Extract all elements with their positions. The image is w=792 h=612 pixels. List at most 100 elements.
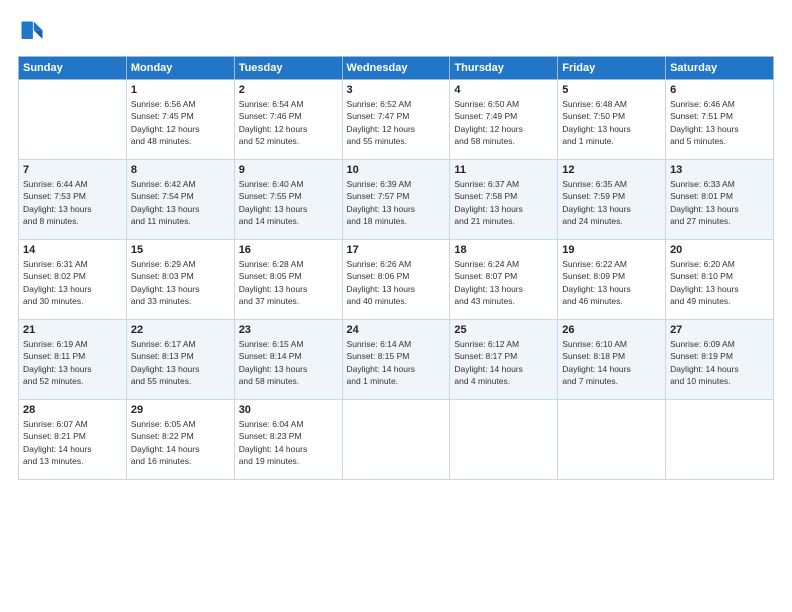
week-row-1: 1Sunrise: 6:56 AM Sunset: 7:45 PM Daylig… <box>19 80 774 160</box>
day-number: 17 <box>347 244 446 256</box>
day-number: 30 <box>239 404 338 416</box>
day-info: Sunrise: 6:19 AM Sunset: 8:11 PM Dayligh… <box>23 338 122 387</box>
day-number: 12 <box>562 164 661 176</box>
day-cell <box>558 400 666 480</box>
day-number: 24 <box>347 324 446 336</box>
day-number: 2 <box>239 84 338 96</box>
day-cell: 29 Sunrise: 6:05 AM Sunset: 8:22 PM Dayli… <box>126 400 234 480</box>
day-info: Sunrise: 6:40 AM Sunset: 7:55 PM Dayligh… <box>239 178 338 227</box>
col-header-thursday: Thursday <box>450 57 558 80</box>
day-info: Sunrise: 6:44 AM Sunset: 7:53 PM Dayligh… <box>23 178 122 227</box>
day-info: Sunrise: 6:37 AM Sunset: 7:58 PM Dayligh… <box>454 178 553 227</box>
day-info: Sunrise: 6:14 AM Sunset: 8:15 PM Dayligh… <box>347 338 446 387</box>
day-number: 7 <box>23 164 122 176</box>
day-number: 9 <box>239 164 338 176</box>
day-info: Sunrise: 6:28 AM Sunset: 8:05 PM Dayligh… <box>239 258 338 307</box>
day-number: 3 <box>347 84 446 96</box>
day-cell: 2 Sunrise: 6:54 AM Sunset: 7:46 PM Daylig… <box>234 80 342 160</box>
day-info: Sunrise: 6:20 AM Sunset: 8:10 PM Dayligh… <box>670 258 769 307</box>
day-cell: 19 Sunrise: 6:22 AM Sunset: 8:09 PM Dayli… <box>558 240 666 320</box>
day-cell <box>19 80 127 160</box>
day-number: 26 <box>562 324 661 336</box>
day-number: 13 <box>670 164 769 176</box>
week-row-2: 7 Sunrise: 6:44 AM Sunset: 7:53 PM Daylig… <box>19 160 774 240</box>
day-cell: 10Sunrise: 6:39 AM Sunset: 7:57 PM Dayli… <box>342 160 450 240</box>
day-cell: 21 Sunrise: 6:19 AM Sunset: 8:11 PM Dayli… <box>19 320 127 400</box>
day-cell: 3 Sunrise: 6:52 AM Sunset: 7:47 PM Daylig… <box>342 80 450 160</box>
day-number: 21 <box>23 324 122 336</box>
page: SundayMondayTuesdayWednesdayThursdayFrid… <box>0 0 792 612</box>
day-number: 28 <box>23 404 122 416</box>
day-info: Sunrise: 6:04 AM Sunset: 8:23 PM Dayligh… <box>239 418 338 467</box>
day-cell: 5Sunrise: 6:48 AM Sunset: 7:50 PM Daylig… <box>558 80 666 160</box>
day-cell: 18 Sunrise: 6:24 AM Sunset: 8:07 PM Dayli… <box>450 240 558 320</box>
day-info: Sunrise: 6:05 AM Sunset: 8:22 PM Dayligh… <box>131 418 230 467</box>
day-number: 6 <box>670 84 769 96</box>
day-number: 25 <box>454 324 553 336</box>
day-cell: 14Sunrise: 6:31 AM Sunset: 8:02 PM Dayli… <box>19 240 127 320</box>
day-cell: 24 Sunrise: 6:14 AM Sunset: 8:15 PM Dayli… <box>342 320 450 400</box>
day-cell: 22 Sunrise: 6:17 AM Sunset: 8:13 PM Dayli… <box>126 320 234 400</box>
day-number: 19 <box>562 244 661 256</box>
day-info: Sunrise: 6:15 AM Sunset: 8:14 PM Dayligh… <box>239 338 338 387</box>
header <box>18 18 774 46</box>
day-cell: 12 Sunrise: 6:35 AM Sunset: 7:59 PM Dayli… <box>558 160 666 240</box>
day-info: Sunrise: 6:54 AM Sunset: 7:46 PM Dayligh… <box>239 98 338 147</box>
calendar-table: SundayMondayTuesdayWednesdayThursdayFrid… <box>18 56 774 480</box>
day-info: Sunrise: 6:35 AM Sunset: 7:59 PM Dayligh… <box>562 178 661 227</box>
week-row-4: 21 Sunrise: 6:19 AM Sunset: 8:11 PM Dayli… <box>19 320 774 400</box>
day-info: Sunrise: 6:07 AM Sunset: 8:21 PM Dayligh… <box>23 418 122 467</box>
day-cell: 1Sunrise: 6:56 AM Sunset: 7:45 PM Daylig… <box>126 80 234 160</box>
day-info: Sunrise: 6:33 AM Sunset: 8:01 PM Dayligh… <box>670 178 769 227</box>
day-info: Sunrise: 6:52 AM Sunset: 7:47 PM Dayligh… <box>347 98 446 147</box>
day-cell: 25 Sunrise: 6:12 AM Sunset: 8:17 PM Dayli… <box>450 320 558 400</box>
day-number: 20 <box>670 244 769 256</box>
day-info: Sunrise: 6:50 AM Sunset: 7:49 PM Dayligh… <box>454 98 553 147</box>
day-number: 27 <box>670 324 769 336</box>
day-number: 18 <box>454 244 553 256</box>
col-header-saturday: Saturday <box>666 57 774 80</box>
day-number: 15 <box>131 244 230 256</box>
day-info: Sunrise: 6:26 AM Sunset: 8:06 PM Dayligh… <box>347 258 446 307</box>
day-cell: 23 Sunrise: 6:15 AM Sunset: 8:14 PM Dayli… <box>234 320 342 400</box>
day-cell <box>450 400 558 480</box>
day-number: 4 <box>454 84 553 96</box>
day-cell: 28 Sunrise: 6:07 AM Sunset: 8:21 PM Dayli… <box>19 400 127 480</box>
day-cell: 9 Sunrise: 6:40 AM Sunset: 7:55 PM Daylig… <box>234 160 342 240</box>
day-number: 23 <box>239 324 338 336</box>
day-number: 11 <box>454 164 553 176</box>
day-cell: 20 Sunrise: 6:20 AM Sunset: 8:10 PM Dayli… <box>666 240 774 320</box>
col-header-sunday: Sunday <box>19 57 127 80</box>
day-number: 29 <box>131 404 230 416</box>
day-info: Sunrise: 6:39 AM Sunset: 7:57 PM Dayligh… <box>347 178 446 227</box>
day-info: Sunrise: 6:29 AM Sunset: 8:03 PM Dayligh… <box>131 258 230 307</box>
day-cell: 16 Sunrise: 6:28 AM Sunset: 8:05 PM Dayli… <box>234 240 342 320</box>
day-number: 8 <box>131 164 230 176</box>
day-info: Sunrise: 6:22 AM Sunset: 8:09 PM Dayligh… <box>562 258 661 307</box>
day-info: Sunrise: 6:12 AM Sunset: 8:17 PM Dayligh… <box>454 338 553 387</box>
day-info: Sunrise: 6:31 AM Sunset: 8:02 PM Dayligh… <box>23 258 122 307</box>
day-cell: 27 Sunrise: 6:09 AM Sunset: 8:19 PM Dayli… <box>666 320 774 400</box>
day-cell: 4 Sunrise: 6:50 AM Sunset: 7:49 PM Daylig… <box>450 80 558 160</box>
logo <box>18 18 50 46</box>
day-cell: 15 Sunrise: 6:29 AM Sunset: 8:03 PM Dayli… <box>126 240 234 320</box>
day-cell: 30 Sunrise: 6:04 AM Sunset: 8:23 PM Dayli… <box>234 400 342 480</box>
day-info: Sunrise: 6:24 AM Sunset: 8:07 PM Dayligh… <box>454 258 553 307</box>
logo-icon <box>18 18 46 46</box>
day-info: Sunrise: 6:42 AM Sunset: 7:54 PM Dayligh… <box>131 178 230 227</box>
week-row-5: 28 Sunrise: 6:07 AM Sunset: 8:21 PM Dayli… <box>19 400 774 480</box>
day-cell: 6Sunrise: 6:46 AM Sunset: 7:51 PM Daylig… <box>666 80 774 160</box>
day-cell: 26Sunrise: 6:10 AM Sunset: 8:18 PM Dayli… <box>558 320 666 400</box>
day-info: Sunrise: 6:09 AM Sunset: 8:19 PM Dayligh… <box>670 338 769 387</box>
day-number: 22 <box>131 324 230 336</box>
col-header-wednesday: Wednesday <box>342 57 450 80</box>
day-info: Sunrise: 6:17 AM Sunset: 8:13 PM Dayligh… <box>131 338 230 387</box>
day-cell <box>342 400 450 480</box>
day-cell: 13 Sunrise: 6:33 AM Sunset: 8:01 PM Dayli… <box>666 160 774 240</box>
day-info: Sunrise: 6:48 AM Sunset: 7:50 PM Dayligh… <box>562 98 661 147</box>
day-cell: 7 Sunrise: 6:44 AM Sunset: 7:53 PM Daylig… <box>19 160 127 240</box>
day-number: 16 <box>239 244 338 256</box>
col-header-tuesday: Tuesday <box>234 57 342 80</box>
day-cell <box>666 400 774 480</box>
day-number: 1 <box>131 84 230 96</box>
